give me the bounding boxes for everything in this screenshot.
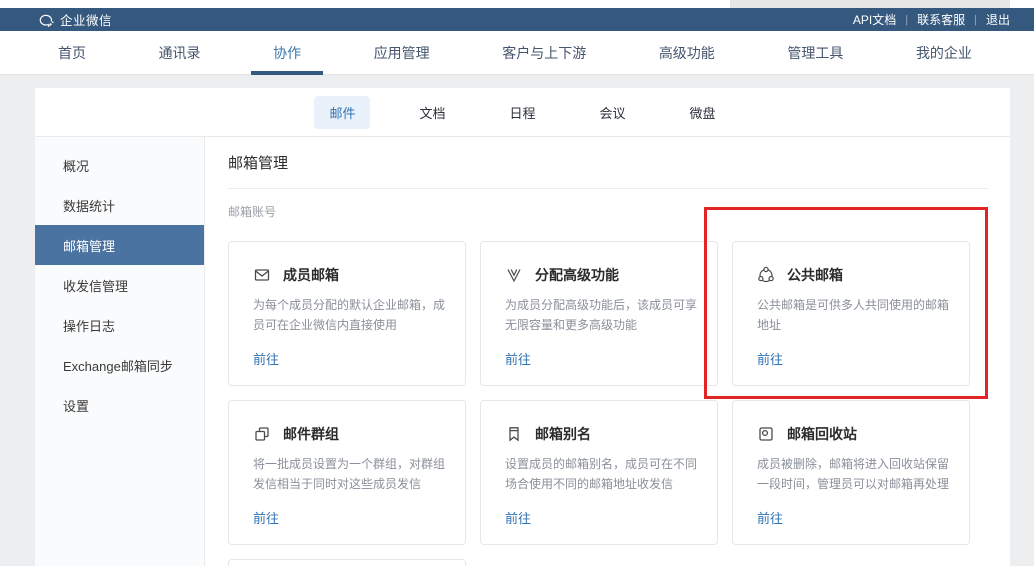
panel-body: 概况 数据统计 邮箱管理 收发信管理 操作日志 Exchange邮箱同步 设置 … [35,137,1010,566]
card-title: 公共邮箱 [787,265,843,285]
wechat-work-bubble-icon [38,13,54,27]
v-badge-icon [505,266,523,284]
card-mailbox-recycle-bin[interactable]: 邮箱回收站 成员被删除，邮箱将进入回收站保留一段时间，管理员可以对邮箱再处理 前… [732,400,970,545]
sidebar: 概况 数据统计 邮箱管理 收发信管理 操作日志 Exchange邮箱同步 设置 [35,137,205,566]
main-nav: 首页 通讯录 协作 应用管理 客户与上下游 高级功能 管理工具 我的企业 [0,31,1034,75]
logout-link[interactable]: 退出 [986,11,1010,28]
nav-tab-contacts[interactable]: 通讯录 [159,31,201,75]
go-link[interactable]: 前往 [505,349,699,368]
nav-tab-app-management[interactable]: 应用管理 [374,31,430,75]
nav-tab-advanced-features[interactable]: 高级功能 [659,31,715,75]
card-head: 邮件群组 [253,424,447,444]
sidebar-item-settings[interactable]: 设置 [35,385,204,425]
card-title: 分配高级功能 [535,265,619,285]
go-link[interactable]: 前往 [757,508,951,527]
app-logo: 企业微信 [38,10,112,29]
card-head: 成员邮箱 [253,265,447,285]
card-title: 邮箱别名 [535,424,591,444]
card-title: 邮件群组 [283,424,339,444]
divider: | [905,14,908,26]
sidebar-item-exchange-sync[interactable]: Exchange邮箱同步 [35,345,204,385]
card-member-mailbox[interactable]: 成员邮箱 为每个成员分配的默认企业邮箱，成员可在企业微信内直接使用 前往 [228,241,466,386]
divider: | [974,14,977,26]
go-link[interactable]: 前往 [757,349,951,368]
sidebar-item-mailbox-management[interactable]: 邮箱管理 [35,225,204,265]
card-description: 公共邮箱是可供多人共同使用的邮箱地址 [757,295,951,335]
card-title: 邮箱回收站 [787,424,857,444]
sidebar-item-send-receive[interactable]: 收发信管理 [35,265,204,305]
card-description: 为每个成员分配的默认企业邮箱，成员可在企业微信内直接使用 [253,295,447,335]
content-area: 邮箱管理 邮箱账号 成员邮箱 为每个成员分配的默认企业邮箱，成员可在企业微信内直… [205,137,1010,566]
window-top-strip [0,0,1034,8]
card-description: 将一批成员设置为一个群组，对群组发信相当于同时对这些成员发信 [253,454,447,494]
nav-tab-home[interactable]: 首页 [58,31,86,75]
card-description: 设置成员的邮箱别名，成员可在不同场合使用不同的邮箱地址收发信 [505,454,699,494]
subtab-meeting[interactable]: 会议 [585,96,641,129]
card-head: 邮箱别名 [505,424,699,444]
card-mail-group[interactable]: 邮件群组 将一批成员设置为一个群组，对群组发信相当于同时对这些成员发信 前往 [228,400,466,545]
nav-tab-my-company[interactable]: 我的企业 [916,31,972,75]
api-doc-link[interactable]: API文档 [853,11,896,28]
subtab-mail[interactable]: 邮件 [314,96,370,129]
card-title: 成员邮箱 [283,265,339,285]
go-link[interactable]: 前往 [505,508,699,527]
go-link[interactable]: 前往 [253,349,447,368]
section-label: 邮箱账号 [228,204,988,221]
top-strip-gray-segment [730,0,1010,8]
sidebar-item-operation-log[interactable]: 操作日志 [35,305,204,345]
card-assign-premium[interactable]: 分配高级功能 为成员分配高级功能后，该成员可享无限容量和更多高级功能 前往 [480,241,718,386]
card-description: 为成员分配高级功能后，该成员可享无限容量和更多高级功能 [505,295,699,335]
nav-tab-collaboration[interactable]: 协作 [273,31,301,75]
card-head: 邮箱回收站 [757,424,951,444]
card-public-mailbox[interactable]: 公共邮箱 公共邮箱是可供多人共同使用的邮箱地址 前往 [732,241,970,386]
envelope-icon [253,266,271,284]
contact-support-link[interactable]: 联系客服 [917,11,965,28]
nav-tab-customers[interactable]: 客户与上下游 [502,31,586,75]
card-head: 分配高级功能 [505,265,699,285]
card-description: 成员被删除，邮箱将进入回收站保留一段时间，管理员可以对邮箱再处理 [757,454,951,494]
sidebar-item-statistics[interactable]: 数据统计 [35,185,204,225]
go-link[interactable]: 前往 [253,508,447,527]
subtab-docs[interactable]: 文档 [404,96,460,129]
card-mailbox-alias[interactable]: 邮箱别名 设置成员的邮箱别名，成员可在不同场合使用不同的邮箱地址收发信 前往 [480,400,718,545]
collaboration-subnav: 邮件 文档 日程 会议 微盘 [35,88,1010,137]
subtab-drive[interactable]: 微盘 [675,96,731,129]
topbar-links: API文档 | 联系客服 | 退出 [853,11,1010,28]
page-title: 邮箱管理 [228,153,988,189]
subtab-calendar[interactable]: 日程 [494,96,550,129]
top-app-bar: 企业微信 API文档 | 联系客服 | 退出 [0,8,1034,31]
main-panel: 邮件 文档 日程 会议 微盘 概况 数据统计 邮箱管理 收发信管理 操作日志 E… [35,88,1010,566]
card-head: 公共邮箱 [757,265,951,285]
sidebar-item-overview[interactable]: 概况 [35,145,204,185]
partial-card-next-row[interactable] [228,559,466,566]
nav-tab-admin-tools[interactable]: 管理工具 [787,31,843,75]
overlap-squares-icon [253,425,271,443]
app-logo-text: 企业微信 [60,10,112,29]
recycle-bin-icon [757,425,775,443]
share-network-icon [757,266,775,284]
bookmark-icon [505,425,523,443]
card-grid: 成员邮箱 为每个成员分配的默认企业邮箱，成员可在企业微信内直接使用 前往 分配高… [228,241,988,545]
